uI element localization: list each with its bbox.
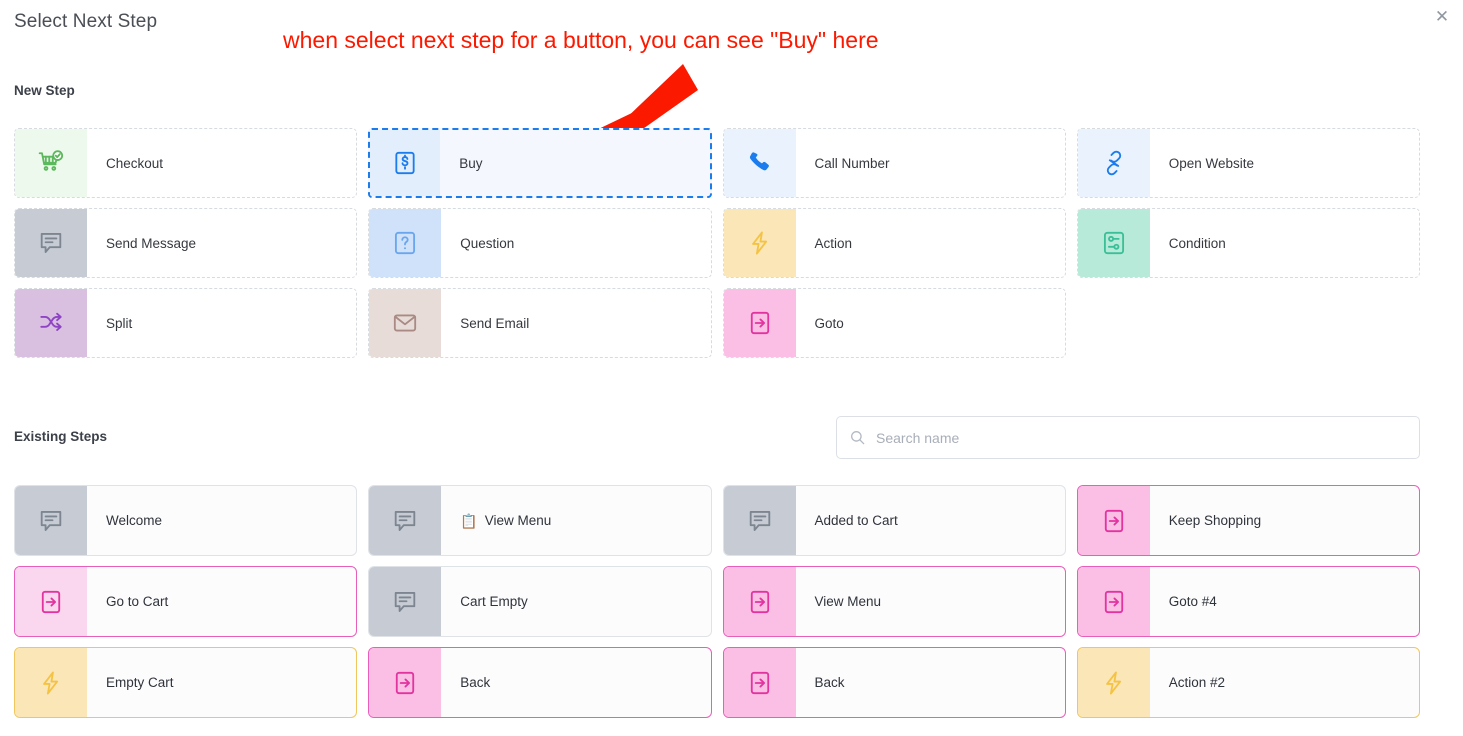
existing-step-card[interactable]: Cart Empty bbox=[368, 566, 712, 637]
link-chain-icon bbox=[1077, 129, 1150, 197]
lightning-bolt-icon bbox=[15, 648, 87, 717]
arrow-into-box-icon bbox=[723, 567, 796, 636]
chat-bubble-lines-icon bbox=[369, 567, 442, 636]
new-step-card-call-number[interactable]: Call Number bbox=[722, 128, 1066, 198]
question-box-icon bbox=[369, 209, 442, 277]
existing-step-card-label-wrap: Back bbox=[796, 648, 845, 717]
existing-step-card[interactable]: Keep Shopping bbox=[1076, 485, 1420, 556]
phone-icon bbox=[723, 129, 796, 197]
page-title: Select Next Step bbox=[14, 11, 158, 32]
new-step-card-condition[interactable]: Condition bbox=[1076, 208, 1420, 278]
clipboard-emoji-icon: 📋 bbox=[460, 512, 478, 529]
chat-bubble-lines-icon bbox=[15, 486, 87, 555]
dollar-bill-icon bbox=[370, 130, 441, 196]
existing-step-card[interactable]: Empty Cart bbox=[14, 647, 358, 718]
new-step-card-label: Goto bbox=[814, 315, 844, 331]
existing-step-card[interactable]: Added to Cart bbox=[722, 485, 1066, 556]
arrow-into-box-icon bbox=[723, 289, 796, 357]
existing-step-card-label-wrap: Added to Cart bbox=[796, 486, 898, 555]
new-step-card-label: Buy bbox=[459, 155, 483, 171]
search-box[interactable] bbox=[836, 416, 1420, 459]
existing-step-card[interactable]: Back bbox=[722, 647, 1066, 718]
existing-step-card-label: Empty Cart bbox=[106, 675, 174, 690]
new-step-card-checkout[interactable]: Checkout bbox=[14, 128, 358, 198]
existing-step-card-label: Cart Empty bbox=[460, 594, 528, 609]
existing-step-card-label-wrap: Back bbox=[441, 648, 490, 717]
existing-step-card-label-wrap: Keep Shopping bbox=[1150, 486, 1261, 555]
search-input[interactable] bbox=[874, 428, 1406, 447]
existing-step-card-label: View Menu bbox=[484, 513, 552, 528]
existing-step-card-label: Back bbox=[460, 675, 491, 690]
new-step-card-open-website[interactable]: Open Website bbox=[1076, 128, 1420, 198]
new-step-card-send-email[interactable]: Send Email bbox=[368, 288, 712, 358]
existing-step-card-label-wrap: Action #2 bbox=[1150, 648, 1225, 717]
close-icon[interactable]: ✕ bbox=[1429, 3, 1455, 29]
new-step-card-split[interactable]: Split bbox=[14, 288, 358, 358]
new-step-card-send-message[interactable]: Send Message bbox=[14, 208, 358, 278]
lightning-bolt-icon bbox=[1077, 648, 1150, 717]
existing-steps-section-label: Existing Steps bbox=[14, 429, 108, 444]
lightning-bolt-icon bbox=[723, 209, 796, 277]
existing-step-card-label: Added to Cart bbox=[814, 513, 898, 528]
existing-step-card-label-wrap: 📋 View Menu bbox=[441, 486, 551, 555]
new-step-card-buy[interactable]: Buy bbox=[368, 128, 712, 198]
chat-bubble-lines-icon bbox=[15, 209, 87, 277]
existing-step-card-label: Go to Cart bbox=[106, 594, 169, 609]
new-step-card-label: Open Website bbox=[1168, 155, 1255, 171]
arrow-into-box-icon bbox=[1077, 486, 1150, 555]
shuffle-arrows-icon bbox=[15, 289, 87, 357]
select-next-step-dialog: Select Next Step ✕ when select next step… bbox=[0, 0, 1463, 736]
existing-step-card-label: View Menu bbox=[814, 594, 882, 609]
new-step-card-label: Question bbox=[460, 235, 515, 251]
new-step-card-label: Split bbox=[106, 315, 133, 331]
arrow-into-box-icon bbox=[723, 648, 796, 717]
shopping-cart-check-icon bbox=[15, 129, 87, 197]
existing-step-card-label: Goto #4 bbox=[1168, 594, 1217, 609]
new-step-card-label: Condition bbox=[1168, 235, 1226, 251]
existing-step-card-label-wrap: Goto #4 bbox=[1150, 567, 1217, 636]
new-step-card-label: Call Number bbox=[814, 155, 890, 171]
annotation-text: when select next step for a button, you … bbox=[283, 27, 879, 53]
arrow-into-box-icon bbox=[1077, 567, 1150, 636]
new-step-card-label: Send Email bbox=[460, 315, 530, 331]
existing-step-card-label: Keep Shopping bbox=[1168, 513, 1262, 528]
envelope-icon bbox=[369, 289, 442, 357]
existing-step-card-label-wrap: Cart Empty bbox=[441, 567, 528, 636]
existing-step-card-label: Welcome bbox=[106, 513, 163, 528]
new-step-section-label: New Step bbox=[14, 83, 75, 98]
new-step-card-question[interactable]: Question bbox=[368, 208, 712, 278]
existing-step-card[interactable]: Welcome bbox=[14, 485, 358, 556]
new-step-card-label: Checkout bbox=[106, 155, 164, 171]
existing-step-card-label: Back bbox=[814, 675, 845, 690]
new-step-card-goto[interactable]: Goto bbox=[722, 288, 1066, 358]
existing-step-card-label-wrap: Empty Cart bbox=[87, 648, 174, 717]
sliders-box-icon bbox=[1077, 209, 1150, 277]
chat-bubble-lines-icon bbox=[723, 486, 796, 555]
existing-step-card-label: Action #2 bbox=[1168, 675, 1226, 690]
existing-steps-grid: Welcome 📋 View Menu Added to Cart Keep Shopp… bbox=[14, 485, 1420, 718]
chat-bubble-lines-icon bbox=[369, 486, 442, 555]
existing-step-card[interactable]: Back bbox=[368, 647, 712, 718]
existing-step-card[interactable]: Go to Cart bbox=[14, 566, 358, 637]
arrow-into-box-icon bbox=[15, 567, 87, 636]
existing-step-card[interactable]: Action #2 bbox=[1076, 647, 1420, 718]
new-step-grid: Checkout Buy Call Number Open Website Send M… bbox=[14, 128, 1420, 358]
new-step-card-action[interactable]: Action bbox=[722, 208, 1066, 278]
existing-step-card-label-wrap: Go to Cart bbox=[87, 567, 168, 636]
search-icon bbox=[851, 431, 865, 445]
new-step-card-label: Action bbox=[814, 235, 853, 251]
arrow-into-box-icon bbox=[369, 648, 442, 717]
existing-step-card[interactable]: View Menu bbox=[722, 566, 1066, 637]
existing-step-card-label-wrap: Welcome bbox=[87, 486, 162, 555]
new-step-card-label: Send Message bbox=[106, 235, 197, 251]
existing-step-card[interactable]: Goto #4 bbox=[1076, 566, 1420, 637]
existing-step-card-label-wrap: View Menu bbox=[796, 567, 882, 636]
existing-step-card[interactable]: 📋 View Menu bbox=[368, 485, 712, 556]
